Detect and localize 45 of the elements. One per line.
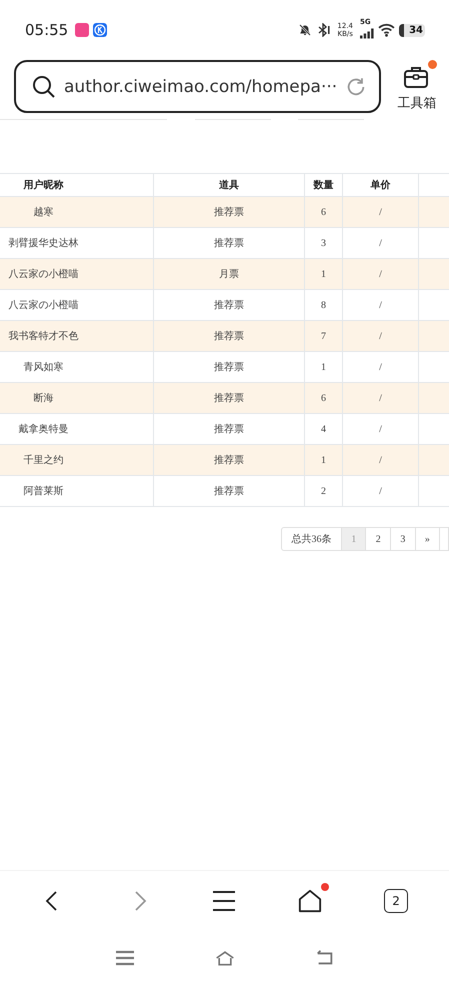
column-header: 用户昵称 <box>0 174 154 196</box>
home-icon[interactable] <box>298 889 322 913</box>
table-cell: / <box>342 444 418 476</box>
table-cell: / <box>342 196 418 228</box>
bluetooth-icon <box>316 23 330 37</box>
table-cell: / <box>342 320 418 352</box>
toolbox-button[interactable]: 工具箱 <box>393 62 441 112</box>
next-page-button[interactable]: » <box>414 527 440 551</box>
page-button[interactable]: 3 <box>390 527 416 551</box>
column-header: 道具 <box>154 174 304 196</box>
table-cell: 1 <box>304 258 342 290</box>
table-cell: 千里之约 <box>0 444 154 476</box>
reload-icon[interactable] <box>345 76 367 98</box>
table-cell: 推荐票 <box>154 444 304 476</box>
app-notification-icon <box>75 23 90 37</box>
table-cell: 推荐票 <box>154 320 304 352</box>
table-cell: 越寒 <box>0 196 154 228</box>
table-cell: 推荐票 <box>154 196 304 228</box>
table-cell: 八云家の小橙喵 <box>0 258 154 290</box>
table-cell: 6 <box>304 382 342 414</box>
table-cell: 阿普莱斯 <box>0 476 154 506</box>
table-cell: 2 <box>304 476 342 506</box>
table-cell: / <box>342 258 418 290</box>
wifi-icon <box>378 23 395 37</box>
table-cell: 推荐票 <box>154 476 304 506</box>
mute-bell-icon <box>298 23 312 37</box>
page-button[interactable]: 2 <box>365 527 392 551</box>
menu-icon[interactable] <box>212 889 236 913</box>
battery-icon: 34 <box>399 24 425 36</box>
search-icon <box>32 74 56 98</box>
signal-icon <box>360 28 374 38</box>
table-cell: 月票 <box>154 258 304 290</box>
status-time: 05:55 <box>25 21 68 39</box>
table-cell: 我书客特才不色 <box>0 320 154 352</box>
total-count: 总共36条 <box>281 527 342 551</box>
app-notification-icon <box>93 23 108 37</box>
address-bar[interactable]: author.ciweimao.com/homepa··· <box>14 60 381 113</box>
table-cell: 1 <box>304 444 342 476</box>
table-cell: 7 <box>304 320 342 352</box>
table-cell: / <box>342 382 418 414</box>
table-cell: 6 <box>304 196 342 228</box>
table-cell: / <box>342 476 418 506</box>
tabs-button[interactable]: 2 <box>384 889 408 913</box>
table-cell: 推荐票 <box>154 382 304 414</box>
table-cell: 断海 <box>0 382 154 414</box>
